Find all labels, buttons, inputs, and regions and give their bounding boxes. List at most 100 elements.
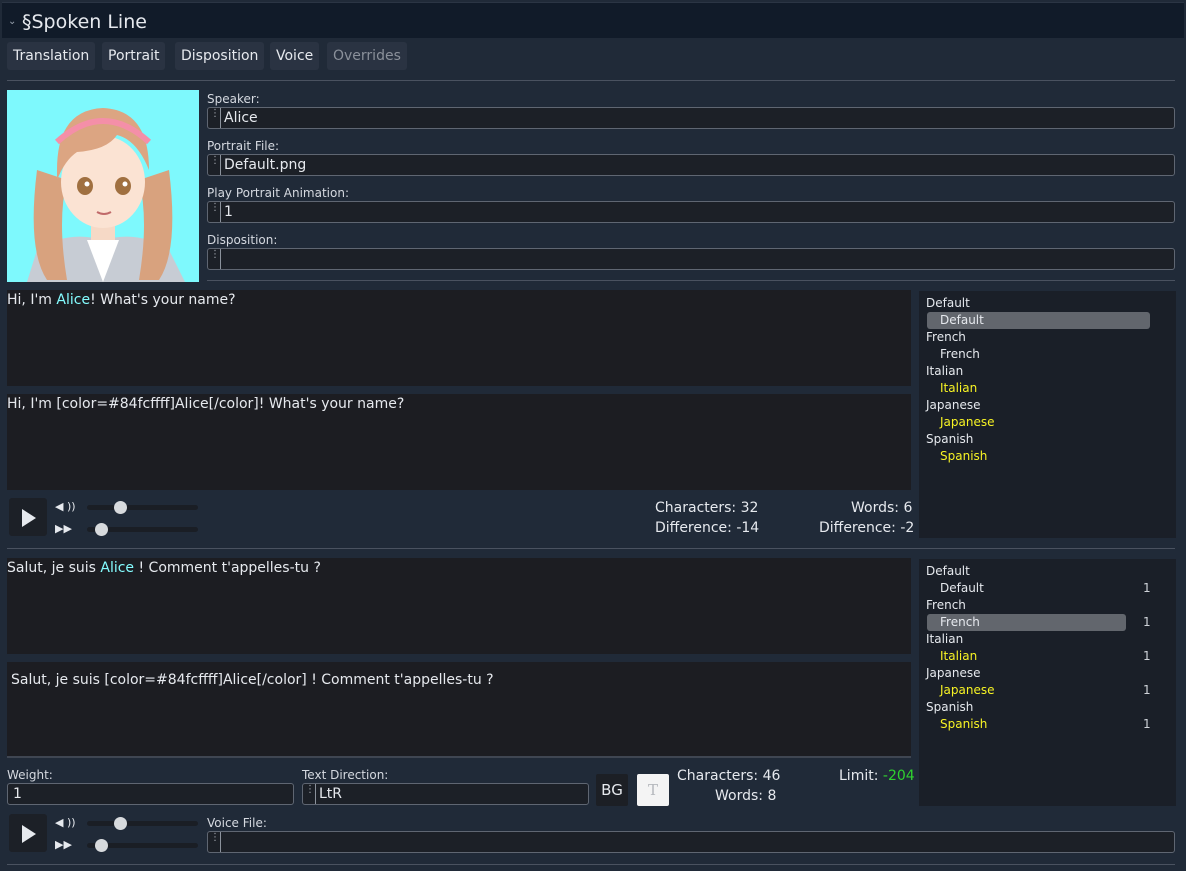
difference-label: Difference: bbox=[655, 520, 732, 536]
volume-icon: ◀ )) bbox=[55, 816, 76, 829]
words-stat: Words: 6 bbox=[851, 500, 912, 516]
play-icon bbox=[22, 509, 36, 527]
locale-item[interactable]: Japanese bbox=[927, 414, 1150, 431]
locale-count: 1 bbox=[1143, 649, 1151, 663]
preview-text: Hi, I'm bbox=[7, 292, 57, 308]
locale-category: French bbox=[926, 330, 966, 344]
play-animation-field[interactable]: ⋮ 1 bbox=[207, 201, 1175, 223]
words-value: 8 bbox=[767, 788, 777, 804]
play-animation-label: Play Portrait Animation: bbox=[207, 186, 349, 200]
locale-item[interactable]: Spanish bbox=[927, 448, 1150, 465]
char-difference-stat: Difference: -14 bbox=[655, 520, 759, 536]
raw-text: Hi, I'm [color=#84fcffff]Alice[/color]! … bbox=[7, 396, 405, 412]
locale-category: Default bbox=[926, 296, 970, 310]
tab-disposition[interactable]: Disposition bbox=[175, 42, 265, 70]
play-button[interactable] bbox=[9, 814, 47, 852]
characters-value: 46 bbox=[762, 768, 781, 784]
locale-category: Italian bbox=[926, 364, 964, 378]
weight-value: 1 bbox=[13, 786, 22, 802]
words-value: 6 bbox=[903, 500, 913, 516]
weight-field[interactable]: 1 bbox=[7, 783, 294, 805]
locale-item[interactable]: French bbox=[927, 614, 1126, 631]
translation-raw-textarea[interactable]: Salut, je suis [color=#84fcffff]Alice[/c… bbox=[7, 662, 911, 758]
volume-slider[interactable] bbox=[87, 501, 198, 514]
locale-item[interactable]: Japanese bbox=[927, 682, 1126, 699]
words-label: Words: bbox=[851, 500, 899, 516]
disposition-field[interactable]: ⋮ bbox=[207, 248, 1175, 270]
locale-count: 1 bbox=[1143, 581, 1151, 595]
locale-item[interactable]: Default bbox=[927, 312, 1150, 329]
locale-count: 1 bbox=[1143, 717, 1151, 731]
characters-stat: Characters: 32 bbox=[655, 500, 758, 516]
section-title: §Spoken Line bbox=[22, 11, 147, 33]
speed-slider[interactable] bbox=[87, 523, 198, 536]
text-direction-field[interactable]: ⋮ LtR bbox=[302, 783, 589, 805]
words-stat: Words: 8 bbox=[715, 788, 776, 804]
slider-handle[interactable] bbox=[114, 817, 127, 830]
volume-slider[interactable] bbox=[87, 817, 198, 830]
locale-category: Default bbox=[926, 564, 970, 578]
divider bbox=[207, 280, 1175, 281]
characters-stat: Characters: 46 bbox=[677, 768, 780, 784]
slider-handle[interactable] bbox=[95, 523, 108, 536]
drag-grip-icon[interactable]: ⋮ bbox=[210, 109, 220, 125]
bg-toggle-button[interactable]: BG bbox=[596, 774, 628, 806]
portrait-image bbox=[7, 90, 199, 282]
chevron-down-icon[interactable]: ⌄ bbox=[8, 16, 16, 27]
play-button[interactable] bbox=[9, 498, 47, 536]
drag-grip-icon[interactable]: ⋮ bbox=[210, 203, 220, 219]
tab-translation[interactable]: Translation bbox=[7, 42, 96, 70]
character-portrait-icon bbox=[7, 90, 199, 282]
drag-grip-icon[interactable]: ⋮ bbox=[210, 250, 220, 266]
tab-voice[interactable]: Voice bbox=[270, 42, 320, 70]
voice-file-field[interactable]: ⋮ bbox=[207, 831, 1175, 853]
limit-value: -204 bbox=[882, 768, 915, 784]
locale-item[interactable]: Spanish bbox=[927, 716, 1126, 733]
play-animation-value: 1 bbox=[220, 202, 233, 222]
locale-count: 1 bbox=[1143, 615, 1151, 629]
characters-value: 32 bbox=[740, 500, 759, 516]
locale-count: 1 bbox=[1143, 683, 1151, 697]
locale-category: Spanish bbox=[926, 700, 974, 714]
translation-locale-list[interactable]: Default Default 1 French French 1 Italian Itali… bbox=[919, 559, 1176, 806]
drag-grip-icon[interactable]: ⋮ bbox=[305, 785, 315, 801]
source-locale-list[interactable]: Default Default French French Italian Italian… bbox=[919, 291, 1176, 538]
translation-preview-text: Salut, je suis Alice ! Comment t'appelle… bbox=[7, 558, 911, 654]
drag-grip-icon[interactable]: ⋮ bbox=[210, 833, 220, 849]
weight-label: Weight: bbox=[7, 768, 53, 782]
speed-icon: ▶▶ bbox=[55, 838, 72, 851]
locale-item[interactable]: Italian bbox=[927, 648, 1126, 665]
locale-item[interactable]: French bbox=[927, 346, 1150, 363]
preview-text: ! Comment t'appelles-tu ? bbox=[134, 560, 321, 576]
locale-category: Spanish bbox=[926, 432, 974, 446]
tab-portrait[interactable]: Portrait bbox=[102, 42, 166, 70]
portrait-file-field[interactable]: ⋮ Default.png bbox=[207, 154, 1175, 176]
raw-text: Salut, je suis [color=#84fcffff]Alice[/c… bbox=[11, 672, 494, 688]
volume-icon: ◀ )) bbox=[55, 500, 76, 513]
slider-handle[interactable] bbox=[114, 501, 127, 514]
drag-grip-icon[interactable]: ⋮ bbox=[210, 156, 220, 172]
source-preview-text: Hi, I'm Alice! What's your name? bbox=[7, 290, 911, 386]
voice-file-label: Voice File: bbox=[207, 816, 267, 830]
divider bbox=[7, 864, 1175, 865]
locale-item[interactable]: Default bbox=[927, 580, 1126, 597]
speaker-label: Speaker: bbox=[207, 92, 260, 106]
disposition-label: Disposition: bbox=[207, 233, 278, 247]
section-header[interactable]: ⌄ §Spoken Line bbox=[2, 2, 1184, 38]
portrait-file-value: Default.png bbox=[220, 155, 306, 175]
difference-value: -14 bbox=[736, 520, 760, 536]
tab-overrides[interactable]: Overrides bbox=[327, 42, 407, 70]
speed-slider[interactable] bbox=[87, 839, 198, 852]
portrait-file-label: Portrait File: bbox=[207, 139, 280, 153]
locale-category: Italian bbox=[926, 632, 964, 646]
locale-category: Japanese bbox=[926, 666, 981, 680]
locale-category: French bbox=[926, 598, 966, 612]
locale-category: Japanese bbox=[926, 398, 981, 412]
font-button[interactable]: T bbox=[637, 774, 669, 806]
slider-handle[interactable] bbox=[95, 839, 108, 852]
locale-item[interactable]: Italian bbox=[927, 380, 1150, 397]
speed-icon: ▶▶ bbox=[55, 522, 72, 535]
characters-label: Characters: bbox=[677, 768, 759, 784]
source-raw-textarea[interactable]: Hi, I'm [color=#84fcffff]Alice[/color]! … bbox=[7, 394, 911, 490]
speaker-field[interactable]: ⋮ Alice bbox=[207, 107, 1175, 129]
